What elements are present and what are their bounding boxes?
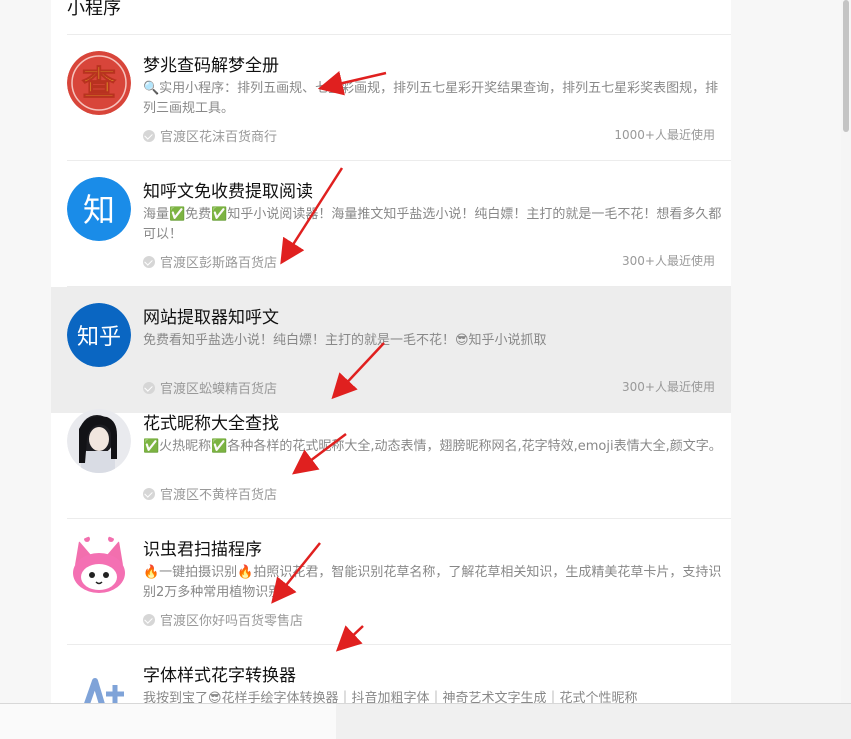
item-name: 梦兆查码解梦全册 [143,56,279,76]
shop-meta: 官渡区花沫百货商行 [143,126,277,145]
girl-photo-icon [67,409,131,473]
section-title: 小程序 [67,0,121,19]
shop-name: 官渡区你好吗百货零售店 [160,614,304,629]
font-a-plus-icon [67,661,131,703]
list-item[interactable]: 字体样式花字转换器 我按到宝了😎花样手绘字体转换器｜抖音加粗字体｜神奇艺术文字生… [51,645,731,703]
usage-count: 300+人最近使用 [622,254,715,268]
usage-count: 1000+人最近使用 [614,128,715,142]
list-item[interactable]: 知 知呼文免收费提取阅读 海量✅免费✅知乎小说阅读器！海量推文知乎盐选小说！纯白… [51,161,731,287]
item-name: 识虫君扫描程序 [143,540,262,560]
list-item[interactable]: 识虫君扫描程序 🔥一键拍摄识别🔥拍照识花君，智能识别花草名称，了解花草相关知识，… [51,519,731,645]
shop-meta: 官渡区你好吗百货零售店 [143,610,303,629]
item-description: 🔥一键拍摄识别🔥拍照识花君，智能识别花草名称，了解花草相关知识，生成精美花草卡片… [143,565,722,600]
item-description: ✅火热昵称✅各种各样的花式昵称大全,动态表情，翅膀昵称网名,花字特效,emoji… [143,439,722,454]
shop-name: 官渡区花沫百货商行 [160,130,278,145]
item-name: 字体样式花字转换器 [143,666,296,686]
verified-icon [143,487,155,500]
shop-meta: 官渡区不黄梓百货店 [143,484,277,503]
verified-icon [143,381,155,394]
avatar-text: 查 [82,64,116,104]
item-description: 免费看知乎盐选小说！纯白嫖！主打的就是一毛不花！😎知乎小说抓取 [143,333,547,348]
shop-meta: 官渡区彭斯路百货店 [143,252,277,271]
bottom-bar [0,703,851,739]
avatar-text: 知 [83,191,115,229]
item-name: 花式昵称大全查找 [143,414,279,434]
item-description: 我按到宝了😎花样手绘字体转换器｜抖音加粗字体｜神奇艺术文字生成｜花式个性昵称 [143,691,638,703]
item-name: 网站提取器知呼文 [143,308,279,328]
pink-cat-icon [67,535,131,599]
bottom-bar-segment [0,704,336,739]
mini-program-list-panel: 小程序 查 梦兆查码解梦全册 🔍实用小程序：排列五画规、七星彩画规，排列五七星彩… [51,0,731,703]
zhihu-logo-icon: 知乎 [67,303,131,367]
verified-icon [143,129,155,142]
item-description: 海量✅免费✅知乎小说阅读器！海量推文知乎盐选小说！纯白嫖！主打的就是一毛不花！想… [143,207,722,242]
item-description: 🔍实用小程序：排列五画规、七星彩画规，排列五七星彩开奖结果查询，排列五七星彩奖表… [143,81,719,116]
shop-name: 官渡区彭斯路百货店 [160,256,278,271]
shop-name: 官渡区不黄梓百货店 [160,488,278,503]
avatar-text: 知乎 [77,325,121,350]
zhi-logo-icon: 知 [67,177,131,241]
verified-icon [143,255,155,268]
item-name: 知呼文免收费提取阅读 [143,182,313,202]
verified-icon [143,613,155,626]
list-item[interactable]: 查 梦兆查码解梦全册 🔍实用小程序：排列五画规、七星彩画规，排列五七星彩开奖结果… [51,35,731,161]
scrollbar[interactable] [841,0,851,703]
cha-logo-icon: 查 [67,51,131,115]
scrollbar-thumb[interactable] [843,0,849,132]
list-item[interactable]: 花式昵称大全查找 ✅火热昵称✅各种各样的花式昵称大全,动态表情，翅膀昵称网名,花… [51,393,731,519]
